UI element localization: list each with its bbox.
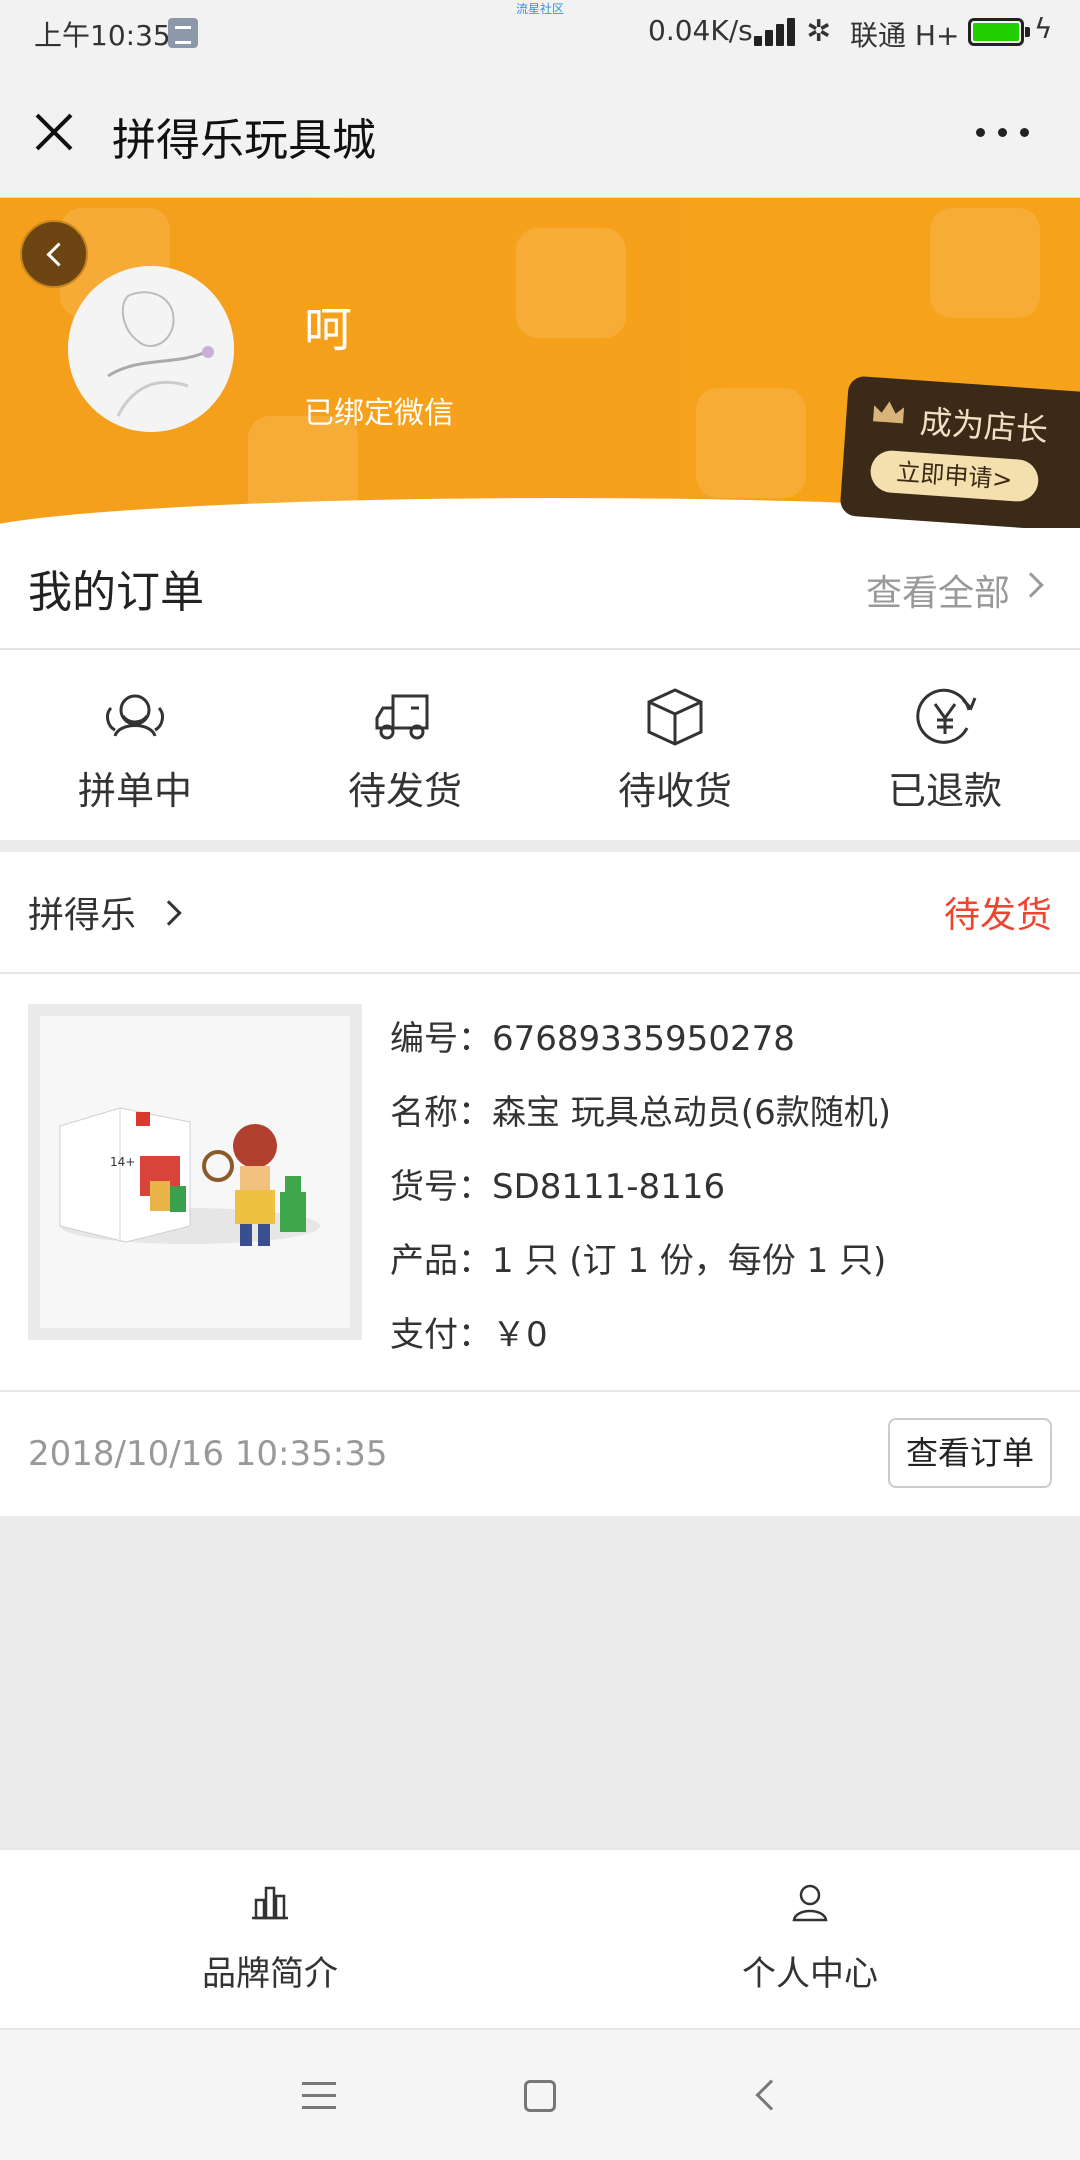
- carrier: 联通 H+: [850, 19, 960, 52]
- order-card: 拼得乐 待发货 14+ 编号：67689335950278 名称：森宝 玩具总动…: [0, 852, 1080, 1516]
- status-label: 已退款: [887, 769, 1002, 813]
- product-name: 名称：森宝 玩具总动员(6款随机): [390, 1093, 891, 1133]
- become-shop-owner-card[interactable]: 成为店长 立即申请>: [839, 375, 1080, 528]
- shop-name[interactable]: 拼得乐: [28, 886, 136, 938]
- view-order-button[interactable]: 查看订单: [888, 1418, 1052, 1488]
- status-label: 拼单中: [77, 769, 192, 813]
- tab-brand-intro[interactable]: 品牌简介: [0, 1850, 540, 2028]
- title-bar: 拼得乐玩具城: [0, 66, 1080, 198]
- product-sku: 货号：SD8111-8116: [390, 1167, 726, 1207]
- chart-icon: [252, 1886, 288, 1920]
- network-speed: 0.04K/s: [648, 14, 753, 47]
- status-bar: 流星社区 上午10:35 0.04K/s ✲ 联通 H+ ϟ: [0, 0, 1080, 66]
- divider: [0, 1390, 1080, 1392]
- chevron-right-icon[interactable]: [1018, 572, 1044, 598]
- notification-icon: [168, 18, 198, 48]
- product-quantity: 产品：1 只 (订 1 份，每份 1 只): [390, 1241, 887, 1281]
- shop-owner-label: 成为店长: [918, 402, 1050, 450]
- apply-button[interactable]: 立即申请>: [869, 449, 1040, 503]
- status-to-ship[interactable]: 待发货: [270, 650, 540, 840]
- menu-icon[interactable]: [302, 2082, 336, 2110]
- yen-icon: [916, 688, 977, 744]
- battery-icon: [968, 18, 1030, 46]
- bottom-tab-bar: 品牌简介 个人中心: [0, 1848, 1080, 2028]
- truck-icon: [375, 694, 429, 740]
- system-nav-bar: [0, 2028, 1080, 2160]
- chevron-right-icon[interactable]: [156, 900, 182, 926]
- payment-amount: 支付：￥0: [390, 1315, 548, 1355]
- person-icon: [792, 1884, 828, 1922]
- order-details: 编号：67689335950278 名称：森宝 玩具总动员(6款随机) 货号：S…: [390, 1002, 891, 1372]
- svg-text:14+: 14+: [110, 1155, 135, 1169]
- divider: [0, 972, 1080, 974]
- order-status-row: 拼单中 待发货 待收货 已退款: [0, 650, 1080, 840]
- signal-icon: [754, 18, 796, 46]
- crown-icon: [873, 401, 905, 424]
- close-icon[interactable]: [30, 108, 78, 156]
- order-status: 待发货: [943, 895, 1052, 936]
- tab-label: 品牌简介: [202, 1954, 338, 1994]
- my-orders-title: 我的订单: [28, 567, 204, 618]
- home-icon[interactable]: [524, 2080, 556, 2112]
- order-number: 编号：67689335950278: [390, 1019, 795, 1059]
- back-icon[interactable]: [755, 2079, 787, 2111]
- tab-personal-center[interactable]: 个人中心: [540, 1850, 1080, 2028]
- avatar[interactable]: [68, 266, 234, 432]
- loading-icon: ✲: [806, 14, 832, 49]
- status-label: 待收货: [617, 769, 732, 813]
- status-refunded[interactable]: 已退款: [810, 650, 1080, 840]
- username: 呵: [304, 302, 353, 358]
- status-label: 待发货: [347, 769, 462, 813]
- status-tiny-text: 流星社区: [516, 2, 565, 16]
- group-icon: [106, 694, 164, 737]
- status-to-receive[interactable]: 待收货: [540, 650, 810, 840]
- page-title: 拼得乐玩具城: [112, 115, 376, 166]
- bind-status: 已绑定微信: [304, 396, 454, 431]
- status-group-buying[interactable]: 拼单中: [0, 650, 270, 840]
- back-button[interactable]: [20, 220, 88, 288]
- tab-label: 个人中心: [742, 1954, 878, 1994]
- product-image[interactable]: 14+: [28, 1004, 362, 1340]
- charging-icon: ϟ: [1034, 12, 1053, 45]
- status-time: 上午10:35: [34, 19, 171, 52]
- profile-banner: 呵 已绑定微信 成为店长 立即申请>: [0, 198, 1080, 528]
- more-icon[interactable]: [976, 110, 1032, 150]
- box-icon: [647, 688, 703, 746]
- order-time: 2018/10/16 10:35:35: [28, 1434, 388, 1474]
- my-orders-header: 我的订单 查看全部: [0, 528, 1080, 650]
- view-all-link[interactable]: 查看全部: [866, 564, 1010, 616]
